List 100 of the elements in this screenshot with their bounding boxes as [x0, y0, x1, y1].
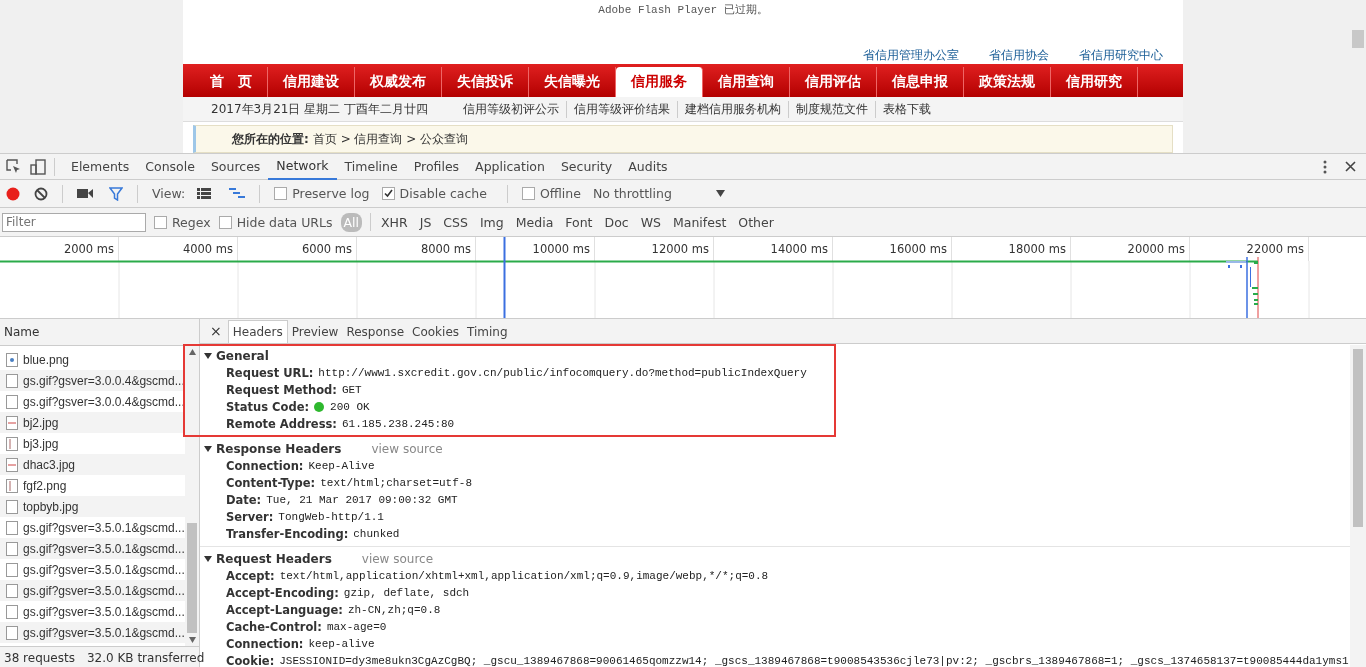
- clear-icon[interactable]: [34, 186, 48, 201]
- type-filter[interactable]: Media: [513, 213, 556, 231]
- request-row[interactable]: gs.gif?gsver=3.5.0.1&gscmd...: [0, 580, 185, 601]
- sub-nav-link[interactable]: 制度规范文件: [788, 100, 876, 118]
- section-title[interactable]: Request Headers: [216, 551, 332, 566]
- file-icon: [6, 625, 18, 640]
- type-filter[interactable]: Font: [563, 213, 595, 231]
- checkbox[interactable]: [521, 187, 535, 200]
- close-button[interactable]: ×: [204, 319, 228, 343]
- triangle-icon[interactable]: [204, 351, 212, 360]
- request-row[interactable]: blue.png: [0, 349, 185, 370]
- record-icon[interactable]: [6, 186, 20, 201]
- column-header[interactable]: Name: [0, 319, 199, 346]
- file-icon: [6, 415, 18, 430]
- view-source-link[interactable]: view source: [371, 441, 443, 456]
- devtools-tab[interactable]: Elements: [63, 153, 138, 180]
- waterfall-view-icon[interactable]: [229, 188, 246, 199]
- throttling-dropdown[interactable]: No throttling: [592, 186, 725, 201]
- header-link[interactable]: 省信用研究中心: [1079, 46, 1163, 64]
- type-filter[interactable]: Manifest: [670, 213, 729, 231]
- camera-icon[interactable]: [77, 188, 93, 199]
- date-text: 2017年3月21日 星期二 丁酉年二月廿四: [211, 100, 429, 118]
- type-filter[interactable]: Doc: [602, 213, 631, 231]
- devtools-tab[interactable]: Sources: [202, 153, 269, 180]
- triangle-icon[interactable]: [204, 444, 212, 453]
- devtools-tab[interactable]: Audits: [620, 153, 676, 180]
- sub-nav-link[interactable]: 建档信用服务机构: [677, 100, 789, 118]
- type-filter[interactable]: CSS: [441, 213, 470, 231]
- file-icon: [6, 394, 18, 409]
- request-row[interactable]: gs.gif?gsver=3.5.0.1&gscmd...: [0, 559, 185, 580]
- section-title[interactable]: Response Headers: [216, 441, 342, 456]
- type-filter[interactable]: JS: [417, 213, 434, 231]
- scroll-down-icon[interactable]: [188, 637, 196, 643]
- waterfall-drawing: [1226, 256, 1259, 318]
- type-filter[interactable]: Other: [736, 213, 776, 231]
- view-source-link[interactable]: view source: [361, 551, 434, 566]
- scrollbar-thumb[interactable]: [1352, 30, 1364, 48]
- triangle-icon[interactable]: [204, 554, 212, 563]
- request-row[interactable]: gs.gif?gsver=3.5.0.1&gscmd...: [0, 622, 185, 643]
- request-row[interactable]: gs.gif?gsver=3.5.0.1&gscmd...: [0, 517, 185, 538]
- request-name: dhac3.jpg: [23, 457, 76, 472]
- request-name: gs.gif?gsver=3.5.0.1&gscmd...: [23, 520, 185, 535]
- type-filter[interactable]: Img: [477, 213, 506, 231]
- devtools-tab[interactable]: Security: [552, 153, 621, 180]
- request-name: gs.gif?gsver=3.0.0.4&gscmd...: [23, 373, 185, 388]
- filter-icon[interactable]: [109, 186, 123, 201]
- devtools-tab[interactable]: Console: [137, 153, 203, 180]
- more-icon[interactable]: [1323, 159, 1327, 174]
- section-title[interactable]: General: [216, 348, 269, 363]
- checkbox[interactable]: [381, 187, 395, 200]
- devtools-tab[interactable]: Timeline: [336, 153, 406, 180]
- view-label: View:: [152, 186, 186, 201]
- time-tick: 10000 ms: [476, 237, 595, 261]
- time-tick: 18000 ms: [952, 237, 1071, 261]
- request-row[interactable]: dhac3.jpg: [0, 454, 185, 475]
- request-row[interactable]: gs.gif?gsver=3.0.0.4&gscmd...: [0, 391, 185, 412]
- sub-nav-link[interactable]: 信用等级评价结果: [566, 100, 678, 118]
- checkbox[interactable]: [274, 187, 288, 200]
- header-link[interactable]: 省信用管理办公室: [863, 46, 959, 64]
- request-row[interactable]: gs.gif?gsver=3.0.0.4&gscmd...: [0, 370, 185, 391]
- header-name: Server:: [226, 509, 274, 524]
- request-row[interactable]: bj3.jpg: [0, 433, 185, 454]
- file-icon: [6, 436, 18, 451]
- request-row[interactable]: bj2.jpg: [0, 412, 185, 433]
- request-row[interactable]: fgf2.png: [0, 475, 185, 496]
- devtools-tab[interactable]: Profiles: [405, 153, 468, 180]
- list-view-icon[interactable]: [197, 188, 212, 199]
- request-row[interactable]: topbyb.jpg: [0, 496, 185, 517]
- detail-tab[interactable]: Response: [342, 321, 409, 343]
- time-tick: 8000 ms: [357, 237, 476, 261]
- checkbox[interactable]: [218, 215, 232, 229]
- scrollbar[interactable]: [185, 346, 199, 646]
- nav-item[interactable]: 信用服务: [616, 67, 703, 98]
- header-name: Cache-Control:: [226, 619, 322, 634]
- flash-notice: Adobe Flash Player 已过期。: [597, 3, 769, 18]
- request-row[interactable]: gs.gif?gsver=3.5.0.1&gscmd...: [0, 601, 185, 622]
- sub-nav-link[interactable]: 表格下载: [875, 100, 939, 118]
- request-name: bj3.jpg: [23, 436, 59, 451]
- devtools-tab[interactable]: Application: [467, 153, 553, 180]
- request-name: gs.gif?gsver=3.5.0.1&gscmd...: [23, 583, 185, 598]
- file-icon: [6, 520, 18, 535]
- close-icon[interactable]: [1345, 161, 1356, 172]
- detail-tab[interactable]: Cookies: [408, 321, 464, 343]
- device-icon[interactable]: [30, 158, 46, 175]
- type-filter[interactable]: XHR: [379, 213, 410, 231]
- detail-tab[interactable]: Preview: [287, 321, 343, 343]
- header-value: GET: [341, 383, 362, 396]
- header-value: gzip, deflate, sdch: [343, 586, 470, 599]
- detail-tab[interactable]: Timing: [463, 321, 512, 343]
- detail-tab[interactable]: Headers: [227, 320, 288, 343]
- filter-field[interactable]: Filter: [2, 212, 146, 232]
- scrollbar[interactable]: [1350, 345, 1366, 667]
- sub-nav-link[interactable]: 信用等级初评公示: [456, 100, 567, 118]
- type-filter[interactable]: WS: [638, 213, 663, 231]
- file-icon: [6, 373, 18, 388]
- checkbox[interactable]: [154, 215, 167, 229]
- inspect-icon[interactable]: [6, 158, 22, 175]
- header-link[interactable]: 省信用协会: [989, 46, 1049, 64]
- scroll-up-icon[interactable]: [188, 349, 196, 355]
- request-row[interactable]: gs.gif?gsver=3.5.0.1&gscmd...: [0, 538, 185, 559]
